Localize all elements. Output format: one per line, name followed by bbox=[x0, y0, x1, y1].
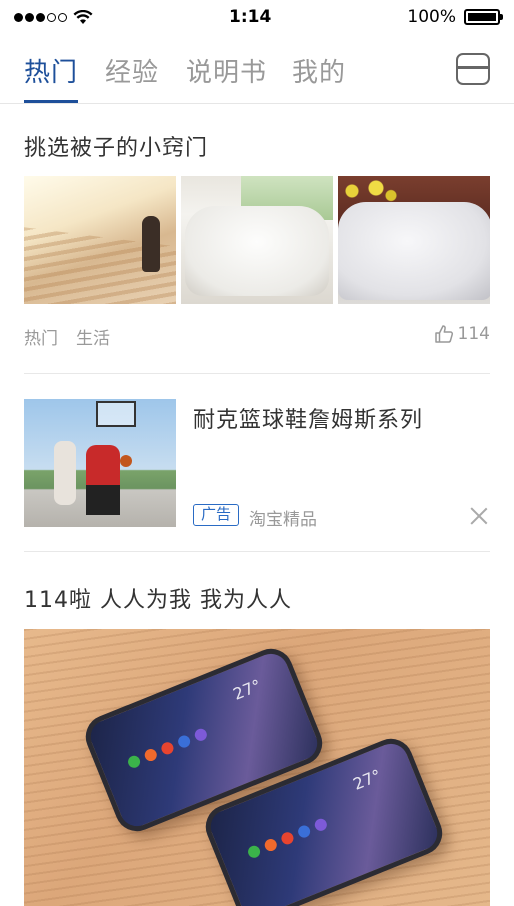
tag-hot: 热门 bbox=[24, 329, 58, 349]
active-tab-indicator bbox=[24, 100, 78, 103]
article-image-3[interactable] bbox=[338, 176, 490, 304]
article-title[interactable]: 114啦 人人为我 我为人人 bbox=[24, 582, 292, 614]
article-image-1[interactable] bbox=[24, 176, 176, 304]
close-icon[interactable] bbox=[470, 507, 488, 525]
ad-title[interactable]: 耐克篮球鞋詹姆斯系列 bbox=[193, 402, 423, 434]
article-image-2[interactable] bbox=[181, 176, 333, 304]
status-bar: 1:14 100% bbox=[0, 0, 514, 34]
like-button[interactable]: 114 bbox=[434, 324, 490, 344]
top-tab-bar: 热门 经验 说明书 我的 bbox=[0, 40, 514, 104]
tab-experience[interactable]: 经验 bbox=[105, 52, 159, 89]
status-left bbox=[14, 9, 93, 25]
divider bbox=[24, 551, 490, 552]
tab-hot[interactable]: 热门 bbox=[24, 52, 78, 89]
article-title[interactable]: 挑选被子的小窍门 bbox=[24, 130, 208, 162]
ad-badge: 广告 bbox=[193, 504, 239, 526]
signal-icon bbox=[14, 12, 67, 22]
thumbs-up-icon bbox=[434, 325, 453, 343]
wifi-icon bbox=[73, 9, 93, 24]
menu-icon[interactable] bbox=[456, 53, 490, 85]
battery-percent: 100% bbox=[407, 7, 456, 27]
status-time: 1:14 bbox=[229, 7, 272, 27]
like-count: 114 bbox=[457, 324, 490, 344]
article-image-phones[interactable]: 27° 27° bbox=[24, 629, 490, 906]
battery-icon bbox=[464, 9, 503, 25]
ad-image[interactable] bbox=[24, 399, 176, 527]
ad-source: 淘宝精品 bbox=[249, 510, 317, 530]
status-right: 100% bbox=[407, 7, 503, 27]
divider bbox=[24, 373, 490, 374]
tag-life: 生活 bbox=[76, 329, 110, 349]
tab-mine[interactable]: 我的 bbox=[292, 52, 346, 89]
tab-manual[interactable]: 说明书 bbox=[186, 52, 267, 89]
